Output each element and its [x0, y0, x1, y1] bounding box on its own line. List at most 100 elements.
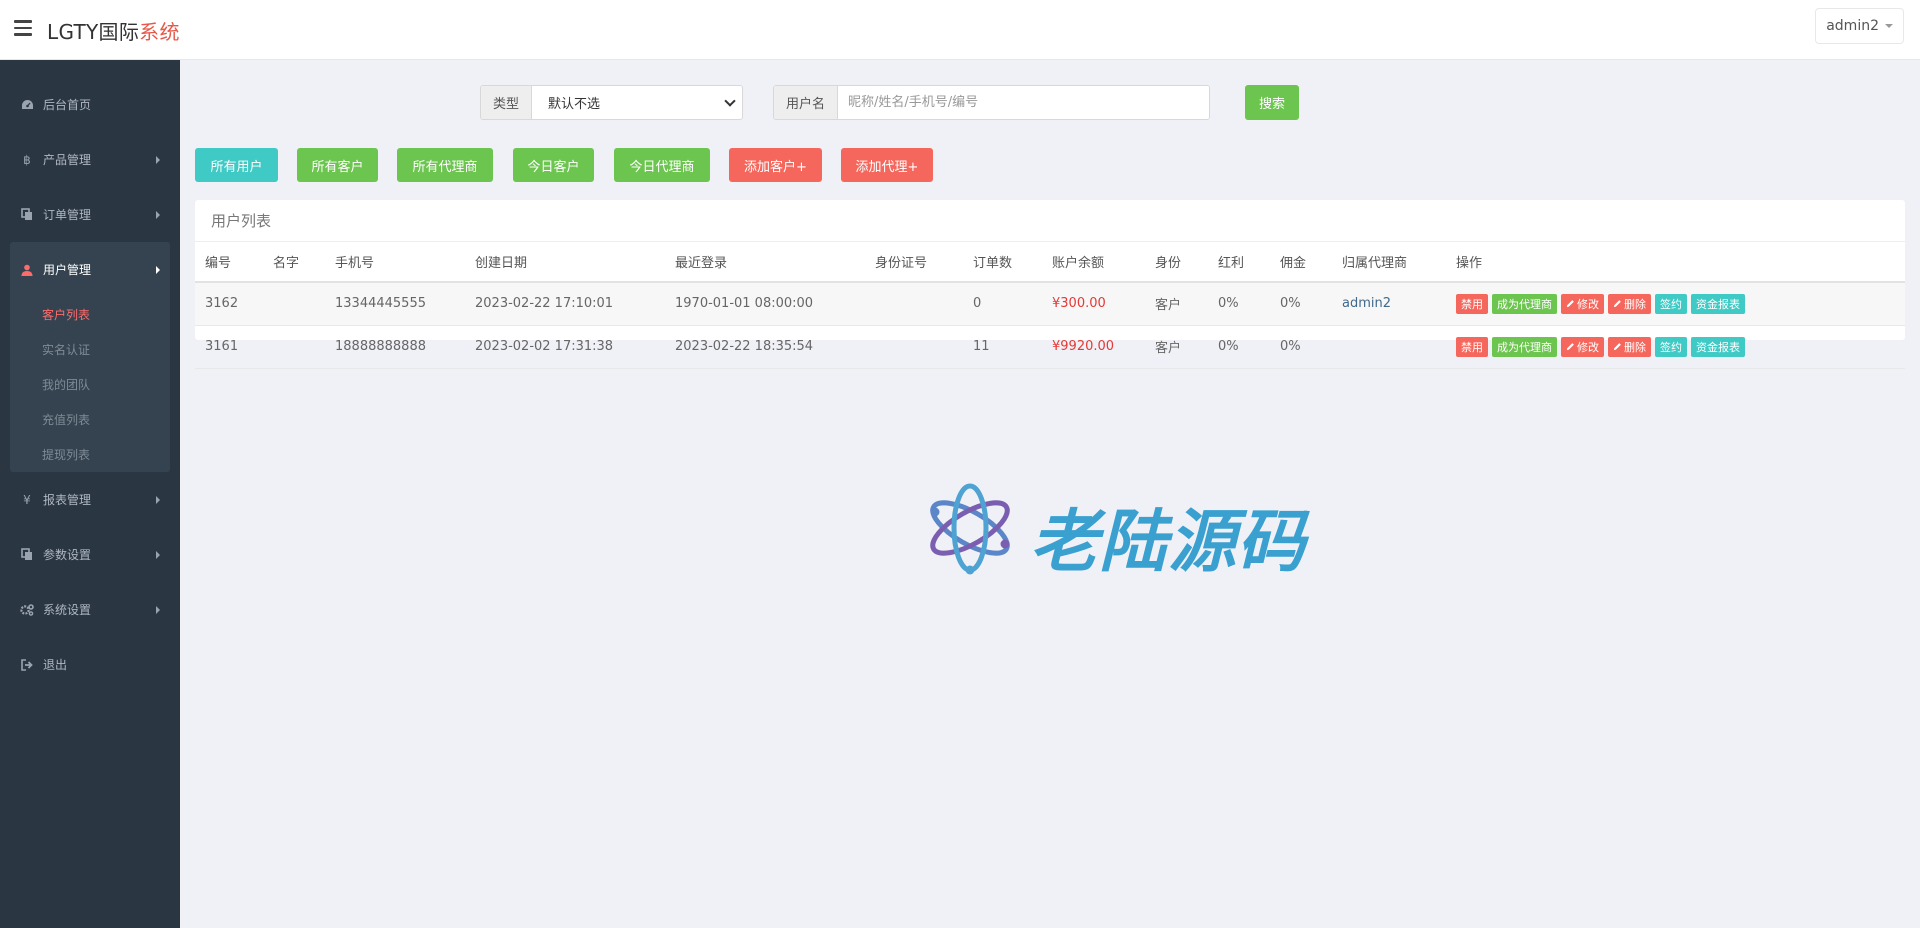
cell-agent: [1332, 325, 1446, 369]
fund-report-button[interactable]: 资金报表: [1691, 293, 1745, 314]
type-filter-group: 类型 默认不选: [480, 85, 743, 120]
search-button[interactable]: 搜索: [1245, 85, 1299, 120]
add-customer-button[interactable]: 添加客户+: [729, 148, 822, 182]
disable-button[interactable]: 禁用: [1456, 336, 1488, 357]
bitcoin-icon: ฿: [23, 152, 31, 167]
cell-bonus: 0%: [1208, 325, 1270, 369]
username-label: 用户名: [774, 86, 839, 119]
make-agent-button[interactable]: 成为代理商: [1492, 293, 1557, 314]
sidebar-subitem-my-team[interactable]: 我的团队: [10, 367, 170, 402]
cell-bonus: 0%: [1208, 282, 1270, 326]
col-header: 手机号: [325, 242, 465, 283]
chevron-right-icon: [156, 496, 160, 504]
cell-phone: 13344445555: [325, 282, 465, 326]
dashboard-icon: [20, 98, 34, 112]
sidebar-item-system[interactable]: 系统设置: [0, 582, 180, 637]
col-header: 红利: [1208, 242, 1270, 283]
sign-contract-button[interactable]: 签约: [1655, 336, 1687, 357]
edit-label: 修改: [1577, 297, 1599, 311]
all-users-button[interactable]: 所有用户: [195, 148, 278, 182]
add-agent-button[interactable]: 添加代理+: [841, 148, 933, 182]
sidebar-item-label: 参数设置: [43, 548, 92, 562]
chevron-right-icon: [156, 606, 160, 614]
chevron-right-icon: [156, 266, 160, 274]
col-header: 编号: [195, 242, 263, 283]
cell-id: 3162: [195, 282, 263, 326]
make-agent-button[interactable]: 成为代理商: [1492, 336, 1557, 357]
watermark-text: 老陆源码: [1030, 503, 1307, 582]
pencil-icon: [1613, 300, 1621, 308]
sidebar-item-home[interactable]: 后台首页: [0, 77, 180, 132]
disable-button[interactable]: 禁用: [1456, 293, 1488, 314]
user-list-panel: 用户列表 编号 名字 手机号 创建日期 最近登录 身份证号 订单数 账户余额 身…: [195, 200, 1905, 369]
cell-id-card: [865, 325, 963, 369]
today-customers-button[interactable]: 今日客户: [513, 148, 594, 182]
sidebar-item-logout[interactable]: 退出: [0, 637, 180, 692]
sidebar-subitem-recharge-list[interactable]: 充值列表: [10, 402, 170, 437]
gears-icon: [20, 603, 34, 617]
edit-button[interactable]: 修改: [1561, 336, 1604, 357]
cell-commission: 0%: [1270, 325, 1332, 369]
sidebar-item-products[interactable]: ฿ 产品管理: [0, 132, 180, 187]
user-name: admin2: [1826, 18, 1879, 34]
brand-main: LGTY国际: [47, 20, 140, 44]
sidebar-group-users: 用户管理 客户列表 实名认证 我的团队 充值列表 提现列表: [10, 242, 170, 472]
copy-icon: [20, 548, 34, 562]
type-select[interactable]: 默认不选: [532, 86, 742, 119]
caret-down-icon: [1885, 24, 1893, 28]
sidebar-item-label: 用户管理: [43, 263, 92, 277]
all-agents-button[interactable]: 所有代理商: [397, 148, 493, 182]
cell-balance: ¥9920.00: [1042, 325, 1145, 369]
user-dropdown[interactable]: admin2: [1815, 8, 1904, 44]
sidebar-item-label: 订单管理: [43, 208, 92, 222]
sidebar-item-label: 报表管理: [43, 493, 92, 507]
sidebar-subitem-verification[interactable]: 实名认证: [10, 332, 170, 367]
sign-contract-button[interactable]: 签约: [1655, 293, 1687, 314]
brand-title: LGTY国际系统: [47, 16, 180, 45]
sidebar-subitem-customer-list[interactable]: 客户列表: [10, 297, 170, 332]
edit-button[interactable]: 修改: [1561, 293, 1604, 314]
sidebar-item-label: 后台首页: [43, 98, 92, 112]
user-icon: [20, 263, 34, 277]
agent-link[interactable]: admin2: [1342, 296, 1391, 311]
cell-role: 客户: [1145, 325, 1208, 369]
main-content: 类型 默认不选 用户名 搜索 所有用户 所有客户 所有代理商 今日客户 今日代理…: [180, 60, 1920, 928]
brand-accent: 系统: [139, 20, 180, 44]
cell-id-card: [865, 282, 963, 326]
sidebar-subitem-withdraw-list[interactable]: 提现列表: [10, 437, 170, 472]
type-select-value: 默认不选: [548, 97, 601, 112]
chevron-right-icon: [156, 551, 160, 559]
atom-logo-icon: [930, 483, 1010, 575]
cell-last-login: 1970-01-01 08:00:00: [665, 282, 865, 326]
hamburger-menu-icon[interactable]: [14, 20, 32, 38]
top-header: LGTY国际系统 admin2: [0, 0, 1920, 60]
chevron-right-icon: [156, 156, 160, 164]
sidebar-item-users[interactable]: 用户管理: [10, 242, 170, 297]
filter-bar: 类型 默认不选 用户名 搜索: [180, 85, 1920, 120]
cell-agent: admin2: [1332, 282, 1446, 326]
cell-commission: 0%: [1270, 282, 1332, 326]
fund-report-button[interactable]: 资金报表: [1691, 336, 1745, 357]
delete-button[interactable]: 删除: [1608, 293, 1651, 314]
table-row: 3162 13344445555 2023-02-22 17:10:01 197…: [195, 282, 1905, 326]
all-customers-button[interactable]: 所有客户: [297, 148, 378, 182]
sidebar-item-reports[interactable]: ¥ 报表管理: [0, 472, 180, 527]
table-row: 3161 18888888888 2023-02-02 17:31:38 202…: [195, 325, 1905, 369]
cell-id: 3161: [195, 325, 263, 369]
col-header: 账户余额: [1042, 242, 1145, 283]
today-agents-button[interactable]: 今日代理商: [614, 148, 710, 182]
col-header: 佣金: [1270, 242, 1332, 283]
sidebar-item-params[interactable]: 参数设置: [0, 527, 180, 582]
copy-icon: [20, 208, 34, 222]
username-search-input[interactable]: [838, 86, 1209, 119]
sidebar-item-orders[interactable]: 订单管理: [0, 187, 180, 242]
cell-ops: 禁用 成为代理商 修改 删除 签约 资金报表: [1446, 325, 1905, 369]
cell-last-login: 2023-02-22 18:35:54: [665, 325, 865, 369]
col-header: 最近登录: [665, 242, 865, 283]
sign-out-icon: [20, 658, 34, 672]
delete-button[interactable]: 删除: [1608, 336, 1651, 357]
cell-created: 2023-02-22 17:10:01: [465, 282, 665, 326]
chevron-right-icon: [156, 211, 160, 219]
cell-balance: ¥300.00: [1042, 282, 1145, 326]
table-header-row: 编号 名字 手机号 创建日期 最近登录 身份证号 订单数 账户余额 身份 红利 …: [195, 242, 1905, 283]
